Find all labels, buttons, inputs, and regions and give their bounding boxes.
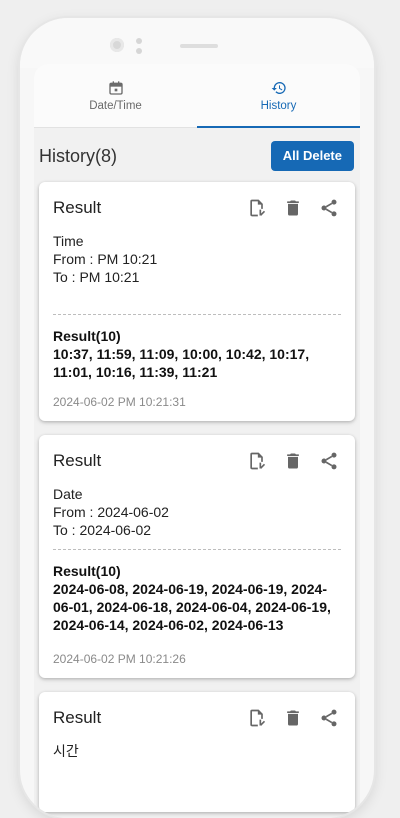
result-values: 2024-06-08, 2024-06-19, 2024-06-19, 2024… [53,581,331,633]
tab-bar: Date/Time History [34,64,360,128]
range-to: To : 2024-06-02 [53,522,152,538]
timestamp: 2024-06-02 PM 10:21:26 [53,652,186,666]
sensor-dot [136,38,142,44]
delete-icon[interactable] [281,706,305,730]
export-file-icon[interactable] [245,706,269,730]
history-card: Result Time From: PM 10:21 To: PM 10:2… [39,182,355,421]
active-tab-indicator [197,126,360,128]
history-card: Result Date From: 2024-06-02 To: 2024-… [39,435,355,678]
range-info: 시간 [53,742,341,760]
range-to: To : PM 10:21 [53,269,140,285]
tab-date-time[interactable]: Date/Time [34,64,197,127]
tab-label: Date/Time [89,99,142,112]
history-icon [271,80,287,96]
tab-label: History [260,99,297,112]
export-file-icon[interactable] [245,196,269,220]
app-screen: Date/Time History History(8) All Delete … [34,64,360,818]
delete-icon[interactable] [281,196,305,220]
page-title: History(8) [39,145,118,166]
delete-icon[interactable] [281,449,305,473]
card-title: Result [53,708,102,727]
result-label: Result(10) [53,563,121,579]
export-file-icon[interactable] [245,449,269,473]
range-kind: 시간 [53,743,79,759]
calendar-icon [108,80,124,96]
history-card: Result 시간 [39,692,355,812]
camera-icon [110,38,124,52]
sensor-dot [136,48,142,54]
share-icon[interactable] [317,706,341,730]
range-from: From : 2024-06-02 [53,504,169,520]
phone-bezel [20,18,374,68]
all-delete-button[interactable]: All Delete [270,141,354,171]
card-title: Result [53,451,102,470]
phone-frame: Date/Time History History(8) All Delete … [20,18,374,818]
history-list: Result Time From: PM 10:21 To: PM 10:2… [34,176,360,812]
share-icon[interactable] [317,196,341,220]
history-header: History(8) All Delete [34,136,360,176]
range-kind: Time [53,233,84,249]
result-label: Result(10) [53,328,121,344]
range-info: Time From : PM 10:21 To : PM 10:21 [53,232,341,286]
timestamp: 2024-06-02 PM 10:21:31 [53,395,186,409]
result-values: 10:37, 11:59, 11:09, 10:00, 10:42, 10:17… [53,346,310,380]
tab-history[interactable]: History [197,64,360,127]
share-icon[interactable] [317,449,341,473]
range-info: Date From : 2024-06-02 To : 2024-06-02 [53,485,341,539]
divider [53,314,341,315]
divider [53,549,341,550]
speaker-grille [180,44,218,48]
range-kind: Date [53,486,83,502]
range-from: From : PM 10:21 [53,251,158,267]
card-title: Result [53,198,102,217]
